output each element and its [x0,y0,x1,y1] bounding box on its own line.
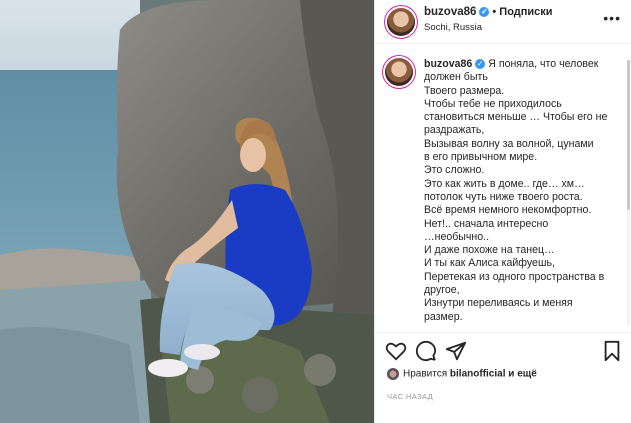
caption-line: Чтобы тебе не приходилось [424,97,562,110]
more-icon[interactable]: ••• [603,10,621,26]
caption-line: Всё время немного некомфортно. [424,204,592,217]
caption-line: Изнутри переливаясь и меняя [424,297,573,310]
caption-line: Твоего размера. [424,84,505,97]
caption-line: Это как жить в доме.. где… хм… [424,177,585,190]
post-sidebar: buzova86 ✓ • Подписки Sochi, Russia ••• buz… [374,0,631,423]
caption-line: Перетекая из одного пространства в [424,270,605,283]
likes-more[interactable]: и ещё [508,369,537,380]
caption-line: должен быть [424,71,488,84]
avatar[interactable] [387,8,415,36]
liker-avatar[interactable] [387,368,399,380]
header-user-line: buzova86 ✓ • Подписки [424,6,553,18]
likes-line: Нравится bilanofficial и ещё [387,368,537,380]
caption-line: становиться меньше … Чтобы его не [424,111,608,124]
caption-line: Это сложно. [424,164,485,177]
post-photo[interactable] [0,0,374,423]
caption-text: buzova86 ✓ Я поняла, что человек должен б… [424,58,624,324]
comment-icon[interactable] [415,340,437,362]
liker-username[interactable]: bilanofficial [450,369,506,380]
caption-line: размер. [424,310,463,323]
caption-line: Я поняла, что человек [488,58,599,70]
username[interactable]: buzova86 [424,6,476,18]
caption-avatar[interactable] [385,58,413,86]
location-link[interactable]: Sochi, Russia [424,22,482,33]
bookmark-icon[interactable] [601,340,623,362]
follow-button[interactable]: Подписки [499,6,552,18]
caption-verified-icon: ✓ [475,59,486,70]
verified-icon: ✓ [479,6,490,17]
share-icon[interactable] [445,340,467,362]
separator-dot: • [492,6,497,18]
scrollbar-thumb[interactable] [627,60,630,210]
caption-line: в его привычном мире. [424,151,538,164]
caption-username[interactable]: buzova86 [424,58,472,70]
caption-line: потолок чуть ниже твоего роста. [424,190,583,203]
caption-line: Нет!.. сначала интересно [424,217,549,230]
post-timestamp[interactable]: ЧАС НАЗАД [387,392,433,401]
caption-line: раздражать, [424,124,485,137]
post-header: buzova86 ✓ • Подписки Sochi, Russia ••• [375,0,631,44]
photo-image [0,0,374,423]
heart-icon[interactable] [385,340,407,362]
likes-prefix: Нравится [403,368,448,380]
caption-scrollbar[interactable] [627,60,630,325]
caption-line: И даже похоже на танец… [424,244,555,257]
caption-line: …необычно.. [424,230,490,243]
action-bar [375,332,631,368]
caption-line: другое, [424,284,460,297]
caption: buzova86 ✓ Я поняла, что человек должен б… [375,48,631,330]
caption-line: Вызывая волну за волной, цунами [424,137,594,150]
caption-line: И ты как Алиса кайфуешь, [424,257,555,270]
